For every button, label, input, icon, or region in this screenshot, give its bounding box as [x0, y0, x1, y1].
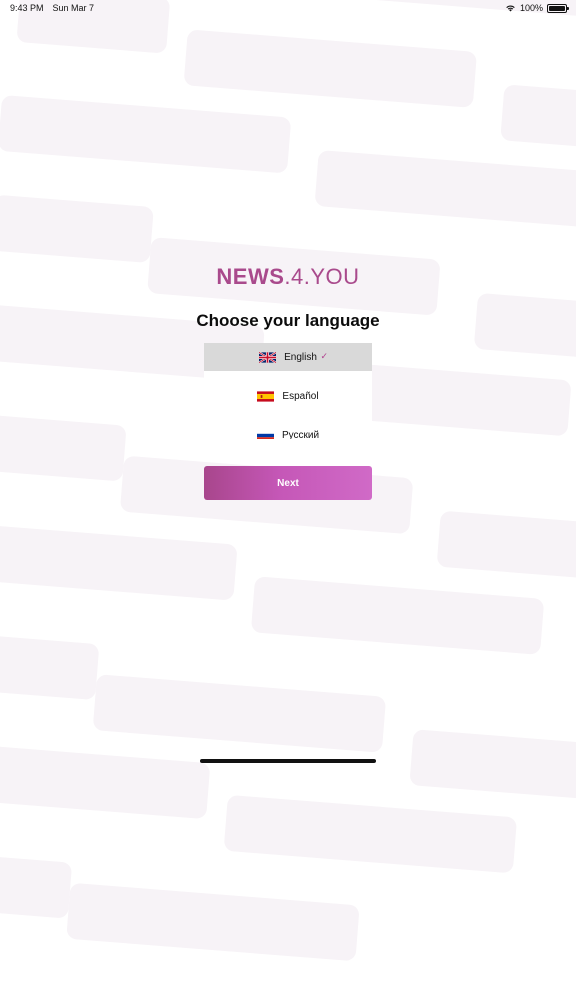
battery-percentage: 100%	[519, 3, 543, 13]
language-label: Español	[282, 390, 319, 402]
status-date: Sun Mar 7	[52, 3, 95, 13]
next-button[interactable]: Next	[204, 466, 372, 500]
language-picker[interactable]: English ✓ Español Русский	[204, 343, 372, 439]
language-label: English	[284, 351, 317, 363]
battery-icon	[547, 3, 569, 13]
app-logo: NEWS.4.YOU	[0, 264, 576, 290]
uk-flag-icon	[259, 351, 277, 363]
check-icon: ✓	[320, 351, 328, 361]
status-time: 9:43 PM	[10, 3, 44, 13]
language-option-espanol[interactable]: Español	[204, 382, 372, 410]
language-option-english[interactable]: English ✓	[204, 343, 372, 371]
status-bar: 9:43 PM Sun Mar 7 100%	[0, 0, 576, 16]
language-option-russian[interactable]: Русский	[204, 421, 372, 439]
wifi-icon	[506, 5, 515, 12]
language-label: Русский	[281, 429, 320, 440]
home-indicator[interactable]	[200, 759, 376, 763]
logo-news: NEWS	[216, 264, 285, 289]
russia-flag-icon	[256, 429, 274, 439]
page-title: Choose your language	[196, 311, 380, 330]
logo-4you: .4.YOU	[284, 264, 360, 289]
spain-flag-icon	[257, 390, 275, 402]
